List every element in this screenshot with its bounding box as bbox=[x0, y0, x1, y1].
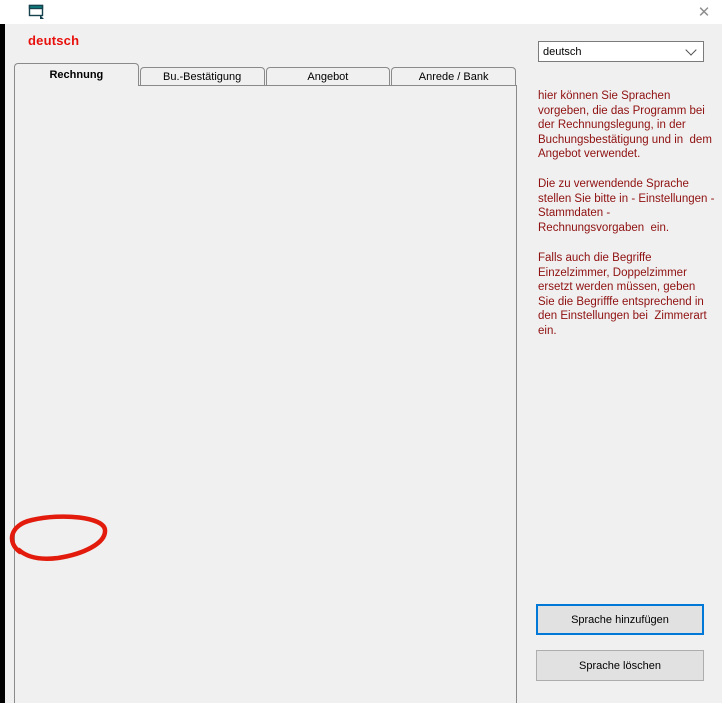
info-paragraph-1: hier können Sie Sprachen vorgeben, die d… bbox=[538, 89, 716, 162]
tab-bar: Rechnung Bu.-Bestätigung Angebot Anrede … bbox=[14, 63, 517, 86]
language-select[interactable]: deutsch bbox=[538, 41, 704, 62]
language-heading: deutsch bbox=[28, 33, 79, 48]
info-paragraph-2: Die zu verwendende Sprache stellen Sie b… bbox=[538, 177, 716, 235]
red-circle-annotation-icon bbox=[4, 511, 112, 563]
tab-angebot[interactable]: Angebot bbox=[266, 67, 391, 86]
close-icon[interactable]: ✕ bbox=[693, 3, 715, 21]
tab-bu-bestaetigung[interactable]: Bu.-Bestätigung bbox=[140, 67, 265, 86]
window-edge bbox=[0, 24, 5, 703]
info-paragraph-3: Falls auch die Begriffe Einzelzimmer, Do… bbox=[538, 251, 716, 339]
delete-language-button[interactable]: Sprache löschen bbox=[536, 650, 704, 681]
tab-panel bbox=[14, 85, 517, 703]
language-select-value: deutsch bbox=[543, 46, 582, 58]
add-language-button[interactable]: Sprache hinzufügen bbox=[536, 604, 704, 635]
tab-anrede-bank[interactable]: Anrede / Bank bbox=[391, 67, 516, 86]
tab-rechnung[interactable]: Rechnung bbox=[14, 63, 139, 86]
chevron-down-icon bbox=[685, 44, 696, 55]
form-icon bbox=[28, 4, 47, 21]
title-bar bbox=[0, 0, 722, 24]
